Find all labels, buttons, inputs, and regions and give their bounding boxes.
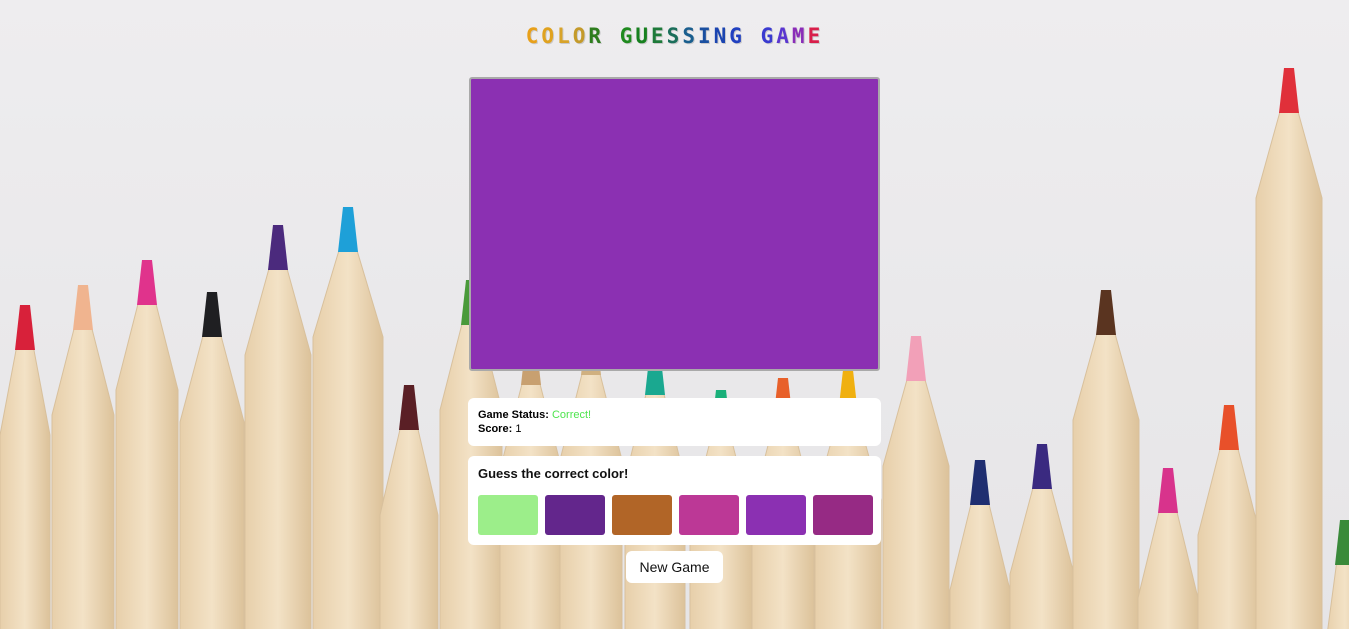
color-option-4[interactable] — [679, 495, 739, 535]
color-options — [478, 495, 873, 535]
guess-panel: Guess the correct color! — [468, 456, 881, 545]
game-status-label: Game Status: — [478, 409, 549, 421]
status-panel: Game Status: Correct! Score: 1 — [468, 398, 881, 446]
color-option-1[interactable] — [478, 495, 538, 535]
score-line: Score: 1 — [478, 422, 871, 436]
title-letter: E — [807, 24, 824, 48]
score-label: Score: — [478, 423, 513, 435]
title-letter: U — [635, 24, 652, 48]
title-letter: A — [776, 24, 792, 48]
title-letter: N — [713, 24, 730, 48]
color-option-5[interactable] — [746, 495, 806, 535]
title-letter: S — [682, 24, 698, 48]
new-game-button[interactable]: New Game — [626, 551, 723, 583]
title-letter: M — [791, 24, 808, 48]
title-letter: G — [619, 24, 636, 48]
color-option-6[interactable] — [813, 495, 873, 535]
game-status-line: Game Status: Correct! — [478, 408, 871, 422]
title-letter: S — [666, 24, 683, 48]
title-letter: O — [572, 24, 589, 48]
color-guessing-app: COLOR GUESSING GAME Game Status: Correct… — [0, 0, 1349, 629]
title-letter: O — [541, 24, 558, 48]
title-letter — [604, 22, 620, 50]
title-letter: R — [588, 24, 605, 48]
score-value: 1 — [515, 423, 522, 435]
game-title: COLOR GUESSING GAME — [0, 22, 1349, 50]
title-letter: I — [697, 24, 714, 48]
guess-prompt: Guess the correct color! — [478, 466, 629, 481]
target-color-display — [469, 77, 880, 371]
title-letter: G — [760, 24, 777, 48]
title-letter: E — [651, 24, 667, 48]
color-option-3[interactable] — [612, 495, 672, 535]
title-letter: L — [557, 24, 573, 48]
title-letter: G — [729, 24, 745, 48]
color-option-2[interactable] — [545, 495, 605, 535]
game-status-value: Correct! — [551, 409, 592, 421]
title-letter — [745, 22, 761, 50]
title-letter: C — [525, 24, 542, 48]
